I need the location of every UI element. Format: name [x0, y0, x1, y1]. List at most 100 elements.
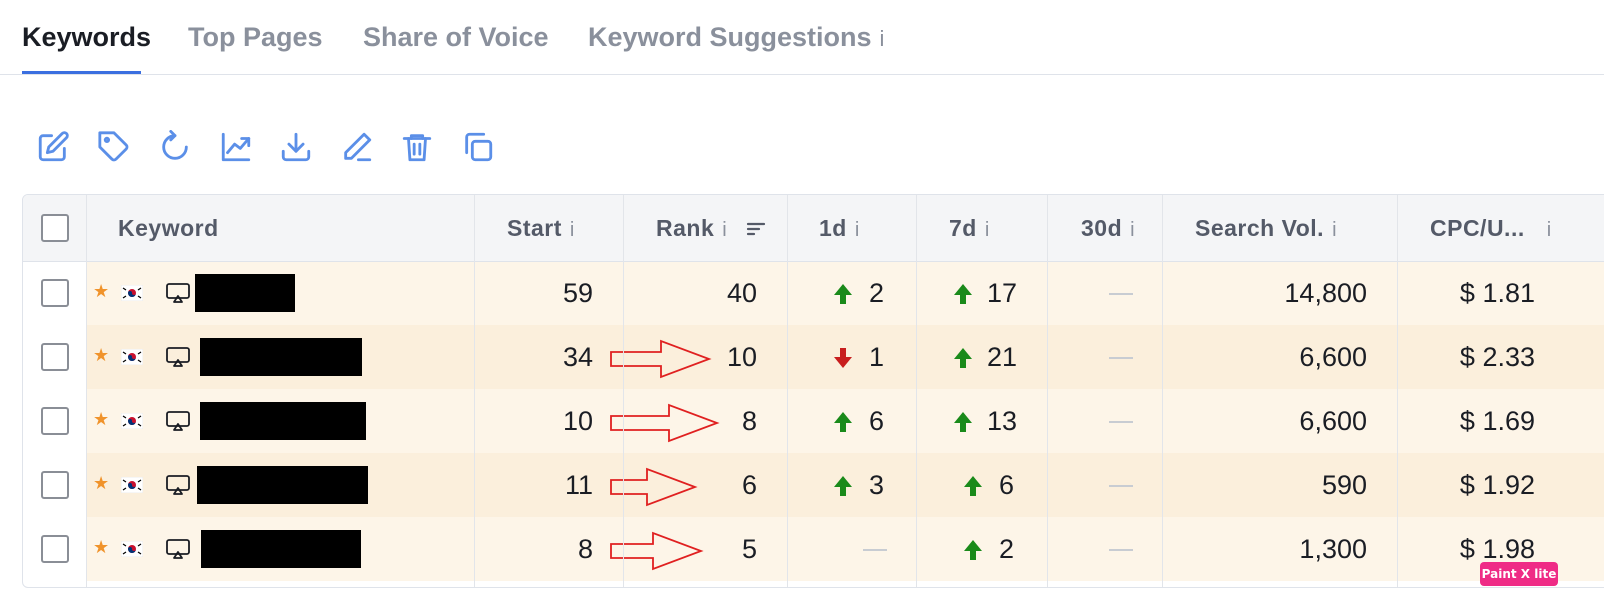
trend-up-icon	[833, 411, 853, 438]
start-value: 59	[562, 278, 593, 308]
column-divider	[787, 195, 788, 587]
change-7d-value: 6	[999, 470, 1015, 500]
trend-up-icon	[963, 475, 983, 502]
table-row[interactable]: ★ 10 8 6 13 6,600 $ 1.69	[23, 389, 1604, 453]
search-volume-value: 1,300	[1299, 534, 1367, 564]
info-icon[interactable]: i	[570, 219, 575, 241]
row-checkbox[interactable]	[41, 343, 69, 371]
table-header: Keyword Start i Rank i 1d i 7d i 30d i Search…	[23, 195, 1604, 262]
empty-dash	[1109, 485, 1133, 487]
trend-up-icon	[953, 411, 973, 438]
redacted-keyword[interactable]	[200, 338, 362, 376]
change-7d-value: 2	[999, 534, 1015, 564]
table-row[interactable]: ★ 11 6 3 6 590 $ 1.92	[23, 453, 1604, 517]
header-1d[interactable]: 1d i	[819, 195, 860, 261]
start-value: 34	[562, 342, 593, 372]
desktop-device-icon	[166, 283, 190, 303]
column-divider	[86, 195, 87, 587]
change-7d-value: 21	[987, 342, 1018, 372]
trend-up-icon	[953, 283, 973, 310]
header-start-label: Start	[507, 215, 562, 241]
cpc-value: $ 1.92	[1459, 470, 1535, 500]
rank-value: 10	[726, 342, 757, 372]
sort-icon[interactable]	[746, 197, 766, 263]
column-divider	[623, 195, 624, 587]
refresh-icon[interactable]	[158, 130, 194, 166]
tab-keyword-suggestions-label: Keyword Suggestions	[588, 22, 872, 52]
row-checkbox[interactable]	[41, 471, 69, 499]
redacted-keyword[interactable]	[195, 274, 295, 312]
rank-value: 6	[741, 470, 757, 500]
tab-keyword-suggestions[interactable]: Keyword Suggestions i	[588, 18, 884, 56]
trend-up-icon	[833, 475, 853, 502]
info-icon[interactable]: i	[855, 219, 860, 241]
tab-bar: Keywords Top Pages Share of Voice Keywor…	[0, 0, 1604, 75]
star-icon[interactable]: ★	[93, 281, 109, 302]
row-checkbox[interactable]	[41, 279, 69, 307]
edit-icon[interactable]	[36, 130, 72, 166]
star-icon[interactable]: ★	[93, 537, 109, 558]
tab-top-pages-label: Top Pages	[188, 22, 323, 52]
rank-value: 5	[741, 534, 757, 564]
info-icon[interactable]: i	[880, 26, 885, 51]
table-row[interactable]: ★ 8 5 2 1,300 $ 1.98	[23, 517, 1604, 581]
desktop-device-icon	[166, 411, 190, 431]
tag-icon[interactable]	[97, 130, 133, 166]
tab-keywords-label: Keywords	[22, 22, 152, 52]
column-divider	[1162, 195, 1163, 587]
header-keyword-label: Keyword	[118, 215, 219, 241]
header-keyword[interactable]: Keyword	[118, 195, 219, 261]
cpc-value: $ 1.81	[1459, 278, 1535, 308]
empty-dash	[1109, 421, 1133, 423]
star-icon[interactable]: ★	[93, 409, 109, 430]
info-icon[interactable]: i	[1332, 219, 1337, 241]
change-1d-value: 3	[869, 470, 885, 500]
pencil-icon[interactable]	[340, 130, 376, 166]
chart-icon[interactable]	[219, 130, 255, 166]
header-30d-label: 30d	[1081, 215, 1123, 241]
download-icon[interactable]	[279, 130, 315, 166]
search-volume-value: 14,800	[1284, 278, 1367, 308]
select-all-checkbox[interactable]	[41, 214, 69, 242]
star-icon[interactable]: ★	[93, 473, 109, 494]
redacted-keyword[interactable]	[200, 402, 366, 440]
info-icon[interactable]: i	[722, 219, 727, 241]
row-checkbox[interactable]	[41, 535, 69, 563]
tab-share-of-voice[interactable]: Share of Voice	[363, 18, 549, 56]
tab-top-pages[interactable]: Top Pages	[188, 18, 323, 56]
change-1d-value: 2	[869, 278, 885, 308]
desktop-device-icon	[166, 475, 190, 495]
change-7d-value: 13	[987, 406, 1018, 436]
empty-dash	[1109, 293, 1133, 295]
tab-keywords[interactable]: Keywords	[22, 18, 151, 56]
table-row[interactable]: ★ 59 40 2 17 14,800 $ 1.81	[23, 261, 1604, 325]
redacted-keyword[interactable]	[201, 530, 361, 568]
change-1d-value: 1	[869, 342, 885, 372]
header-rank[interactable]: Rank i	[656, 195, 766, 261]
header-start[interactable]: Start i	[507, 195, 575, 261]
star-icon[interactable]: ★	[93, 345, 109, 366]
header-cpc-label: CPC/U...	[1430, 215, 1525, 241]
header-cpc[interactable]: CPC/U... i	[1430, 195, 1552, 261]
header-30d[interactable]: 30d i	[1081, 195, 1135, 261]
redacted-keyword[interactable]	[197, 466, 368, 504]
start-value: 8	[577, 534, 593, 564]
start-value: 11	[564, 470, 593, 500]
info-icon[interactable]: i	[1547, 219, 1552, 241]
active-tab-indicator	[22, 71, 141, 74]
row-checkbox[interactable]	[41, 407, 69, 435]
header-7d[interactable]: 7d i	[949, 195, 990, 261]
header-search-vol-label: Search Vol.	[1195, 215, 1325, 241]
header-search-vol[interactable]: Search Vol. i	[1195, 195, 1337, 261]
trash-icon[interactable]	[400, 130, 436, 166]
search-volume-value: 590	[1321, 470, 1367, 500]
cpc-value: $ 1.69	[1459, 406, 1535, 436]
change-1d-value: 6	[869, 406, 885, 436]
header-1d-label: 1d	[819, 215, 847, 241]
change-7d-value: 17	[987, 278, 1018, 308]
info-icon[interactable]: i	[985, 219, 990, 241]
info-icon[interactable]: i	[1130, 219, 1135, 241]
copy-icon[interactable]	[461, 130, 497, 166]
table-row[interactable]: ★ 34 10 1 21 6,600 $ 2.33	[23, 325, 1604, 389]
column-divider	[474, 195, 475, 587]
